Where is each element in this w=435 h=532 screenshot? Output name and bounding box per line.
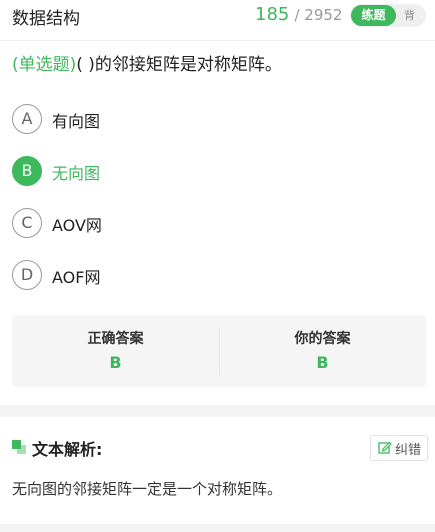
option-text-c: AOV网	[52, 216, 102, 235]
top-bar: 数据结构 185 / 2952 练题 背	[0, 0, 435, 34]
option-a[interactable]: A 有向图	[12, 104, 212, 134]
mode-toggle[interactable]: 练题 背	[350, 4, 426, 27]
question-stem: (单选题)( )的邻接矩阵是对称矩阵。	[12, 52, 427, 78]
option-b[interactable]: B 无向图	[12, 156, 212, 186]
section-separator	[0, 405, 435, 417]
mode-memorize-button[interactable]: 背	[404, 4, 415, 27]
option-text-d: AOF网	[52, 268, 101, 287]
analysis-icon	[12, 440, 28, 454]
bottom-separator	[0, 524, 435, 532]
mode-practice-button[interactable]: 练题	[351, 5, 396, 26]
header-divider	[0, 40, 435, 41]
question-text: ( )的邻接矩阵是对称矩阵。	[76, 55, 282, 75]
answer-summary: 正确答案 B 你的答案 B	[12, 315, 426, 387]
correct-answer-label: 正确答案	[87, 331, 144, 347]
option-letter-a: A	[12, 104, 42, 134]
progress-current: 185	[255, 4, 290, 25]
your-answer-label: 你的答案	[294, 331, 351, 347]
correct-answer-panel: 正确答案 B	[12, 315, 219, 387]
option-d[interactable]: D AOF网	[12, 260, 212, 290]
option-c[interactable]: C AOV网	[12, 208, 212, 238]
analysis-heading-text: 文本解析:	[32, 440, 103, 459]
report-error-button[interactable]: 纠错	[370, 435, 428, 461]
subject-title: 数据结构	[12, 9, 80, 29]
correct-answer-value: B	[109, 353, 122, 372]
progress-total: / 2952	[294, 6, 343, 24]
analysis-body: 无向图的邻接矩阵一定是一个对称矩阵。	[12, 480, 283, 498]
your-answer-value: B	[316, 353, 329, 372]
option-letter-d: D	[12, 260, 42, 290]
option-text-b: 无向图	[52, 164, 101, 183]
question-progress: 185 / 2952	[255, 4, 342, 25]
option-text-a: 有向图	[52, 112, 101, 131]
edit-icon	[378, 441, 392, 454]
option-letter-b: B	[12, 156, 42, 186]
report-error-label: 纠错	[395, 443, 422, 458]
option-letter-c: C	[12, 208, 42, 238]
question-type-label: (单选题)	[12, 55, 77, 75]
your-answer-panel: 你的答案 B	[219, 315, 426, 387]
